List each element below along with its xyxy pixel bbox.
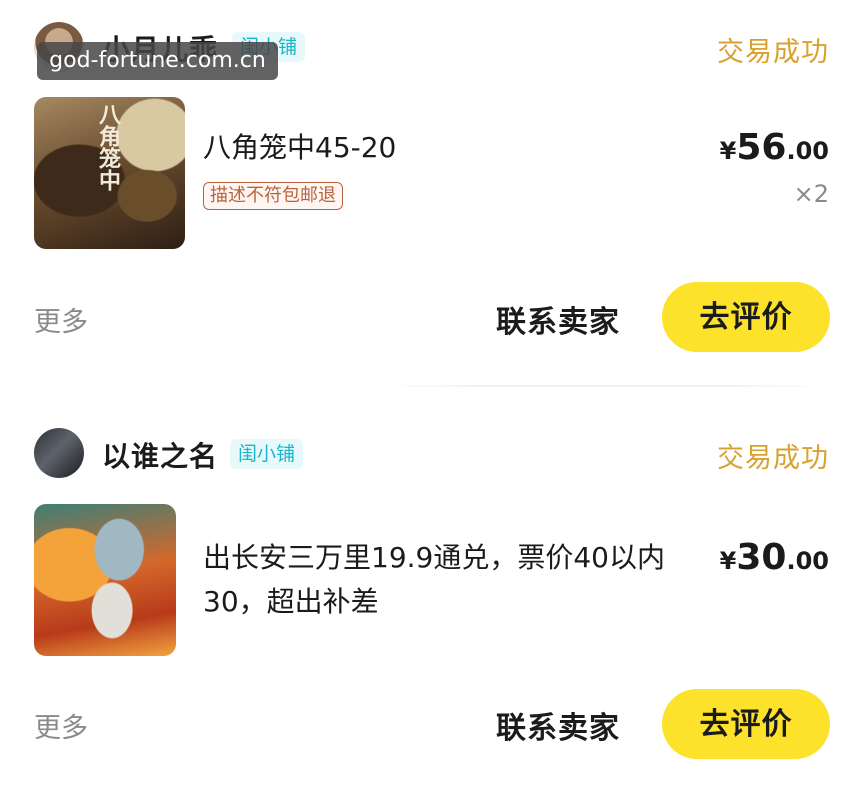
thumbnail-title-text: 八角笼中: [95, 103, 120, 191]
item-title[interactable]: 出长安三万里19.9通兑，票价40以内30，超出补差: [203, 536, 693, 624]
item-title[interactable]: 八角笼中45-20: [203, 126, 396, 170]
more-button[interactable]: 更多: [34, 706, 88, 745]
product-thumbnail[interactable]: 八角笼中: [34, 97, 185, 249]
order-divider: [380, 385, 830, 387]
currency-symbol: ¥: [719, 547, 737, 575]
product-thumbnail[interactable]: [34, 504, 176, 656]
review-button[interactable]: 去评价: [662, 689, 830, 759]
order-status: 交易成功: [717, 443, 829, 474]
price-integer: 56: [736, 127, 787, 168]
price-decimal: .00: [786, 137, 829, 165]
item-price: ¥56.00: [720, 127, 829, 168]
review-button[interactable]: 去评价: [662, 282, 830, 352]
seller-name[interactable]: 以谁之名: [102, 435, 218, 475]
item-price: ¥30.00: [720, 537, 829, 578]
return-policy-tag: 描述不符包邮退: [203, 182, 343, 210]
contact-seller-button[interactable]: 联系卖家: [496, 297, 620, 341]
contact-seller-button[interactable]: 联系卖家: [496, 703, 620, 747]
price-integer: 30: [736, 537, 787, 578]
more-button[interactable]: 更多: [34, 300, 88, 339]
shop-badge: 闺小铺: [230, 439, 304, 469]
seller-avatar[interactable]: [34, 428, 84, 478]
currency-symbol: ¥: [719, 137, 737, 165]
price-decimal: .00: [786, 547, 829, 575]
order-status: 交易成功: [717, 37, 829, 68]
watermark: god-fortune.com.cn: [37, 42, 278, 80]
item-quantity: ×2: [793, 180, 829, 208]
